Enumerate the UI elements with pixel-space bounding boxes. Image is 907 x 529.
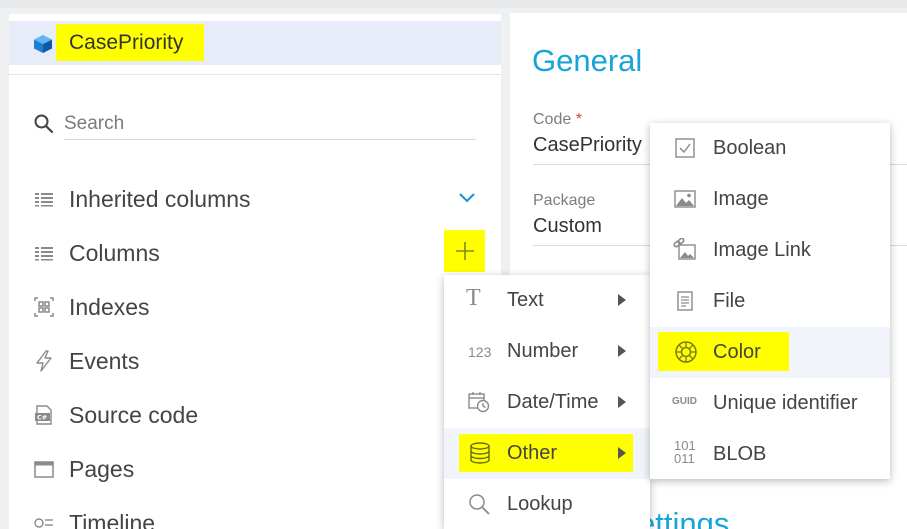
- checkbox-icon: [675, 138, 695, 158]
- text-T-icon: T: [466, 285, 481, 311]
- nav-item-columns[interactable]: Columns: [9, 228, 501, 278]
- menu-item-color[interactable]: Color: [650, 327, 890, 378]
- search-icon: [34, 114, 54, 134]
- menu-item-image[interactable]: Image: [650, 174, 890, 225]
- plus-icon[interactable]: [454, 240, 476, 262]
- image-icon: [674, 190, 696, 208]
- nav-item-inherited-columns[interactable]: Inherited columns: [9, 174, 501, 224]
- code-label: Code *: [533, 111, 582, 128]
- menu-item-file[interactable]: File: [650, 276, 890, 327]
- section-title: ettings: [638, 506, 730, 529]
- index-icon: [34, 297, 54, 317]
- nav-label: Timeline: [69, 510, 156, 529]
- cube-icon: [34, 35, 52, 53]
- submenu-arrow-icon: [618, 447, 626, 459]
- menu-item-lookup[interactable]: Lookup: [444, 479, 650, 529]
- csharp-file-icon: C#: [35, 405, 52, 425]
- menu-item-blob[interactable]: 101 011 BLOB: [650, 429, 890, 480]
- column-type-menu: T Text 123 Number Date/Time Other Lookup: [444, 275, 650, 529]
- menu-item-other[interactable]: Other: [444, 428, 650, 479]
- other-type-submenu: Boolean Image Image Link File Color GUID…: [650, 123, 890, 479]
- svg-text:C#: C#: [37, 414, 47, 422]
- menu-item-datetime[interactable]: Date/Time: [444, 377, 650, 428]
- nav-label: Columns: [69, 240, 160, 266]
- divider: [9, 74, 501, 75]
- required-mark: *: [575, 111, 582, 128]
- magnifier-icon: [469, 494, 490, 515]
- timeline-icon: [34, 518, 53, 528]
- window-icon: [34, 461, 54, 478]
- list-icon: [35, 193, 53, 207]
- nav-item-indexes[interactable]: Indexes: [9, 282, 501, 332]
- nav-label: Indexes: [69, 294, 150, 320]
- menu-item-unique-identifier[interactable]: GUID Unique identifier: [650, 378, 890, 429]
- chevron-down-icon[interactable]: [457, 190, 477, 206]
- nav-item-pages[interactable]: Pages: [9, 444, 501, 494]
- guid-icon: GUID: [672, 396, 697, 407]
- submenu-arrow-icon: [618, 396, 626, 408]
- menu-item-number[interactable]: 123 Number: [444, 326, 650, 377]
- submenu-arrow-icon: [618, 345, 626, 357]
- menu-item-image-link[interactable]: Image Link: [650, 225, 890, 276]
- nav-item-events[interactable]: Events: [9, 336, 501, 386]
- nav-item-timeline[interactable]: Timeline: [9, 498, 501, 529]
- nav-label: Inherited columns: [69, 186, 251, 212]
- object-title: CasePriority: [69, 31, 184, 54]
- number-123-icon: 123: [468, 344, 492, 360]
- submenu-arrow-icon: [618, 294, 626, 306]
- nav-label: Pages: [69, 456, 135, 482]
- menu-item-text[interactable]: T Text: [444, 275, 650, 326]
- binary-icon: 101 011: [674, 438, 696, 466]
- database-icon: [470, 442, 490, 464]
- code-field[interactable]: CasePriority: [533, 134, 642, 157]
- nav-item-source-code[interactable]: C# Source code: [9, 390, 501, 440]
- object-structure-panel: CasePriority Inherited columns Columns: [9, 14, 501, 529]
- list-icon: [35, 247, 53, 261]
- section-title: General: [532, 43, 643, 78]
- nav-label: Source code: [69, 402, 199, 428]
- top-bar: [0, 0, 907, 8]
- package-label: Package: [533, 192, 596, 209]
- lightning-icon: [36, 350, 52, 372]
- nav-label: Events: [69, 348, 140, 374]
- search-input[interactable]: [64, 108, 476, 140]
- image-link-icon: [673, 238, 696, 260]
- object-header[interactable]: CasePriority: [9, 21, 501, 65]
- color-wheel-icon: [675, 341, 697, 363]
- file-icon: [677, 291, 693, 311]
- menu-item-boolean[interactable]: Boolean: [650, 123, 890, 174]
- package-field[interactable]: Custom: [533, 215, 602, 238]
- calendar-clock-icon: [468, 392, 490, 413]
